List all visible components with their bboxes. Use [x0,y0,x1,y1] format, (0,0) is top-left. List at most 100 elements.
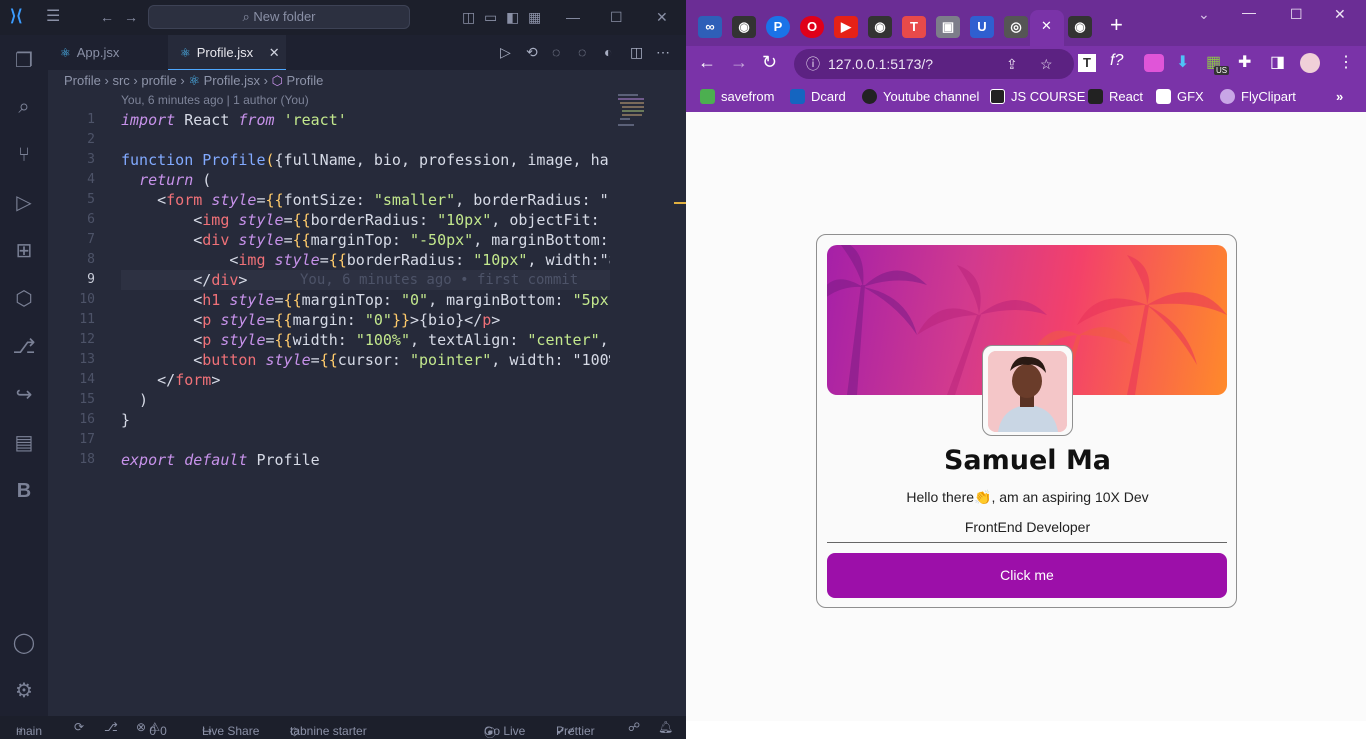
side-panel-icon[interactable]: ◨ [1270,52,1285,72]
breadcrumb-item[interactable]: src [112,73,129,88]
bookmark-flyclipart[interactable]: FlyClipart [1220,89,1296,104]
feedback-icon[interactable]: ☍ [628,720,640,734]
tab-cube-icon[interactable]: ▣ [936,16,960,38]
menu-kebab-icon[interactable]: ⋮ [1338,52,1354,72]
tab-opera-icon[interactable]: O [800,16,824,38]
open-changes-icon[interactable]: ⟲ [526,44,538,61]
next-change-icon[interactable]: ◌ [578,44,586,60]
live-share-icon[interactable]: ↪ [10,381,38,409]
code-line[interactable]: <form style={{fontSize: "smaller", borde… [121,190,610,210]
code-line[interactable]: <div style={{marginTop: "-50px", marginB… [121,230,610,250]
extension-paint-icon[interactable] [1144,54,1164,72]
run-icon[interactable]: ▷ [500,44,511,61]
tab-app-jsx[interactable]: ⚛ App.jsx [48,35,168,70]
code-line[interactable]: } [121,410,610,430]
notifications-bell-icon[interactable]: 🔔︎ [658,720,673,734]
previous-change-icon[interactable]: ◌ [552,44,560,60]
code-line[interactable]: <img style={{borderRadius: "10px", width… [121,250,610,270]
extension-t-icon[interactable]: T [1078,54,1096,72]
breadcrumb-item[interactable]: Profile [64,73,101,88]
bookmark-react[interactable]: React [1088,89,1143,104]
breadcrumb-item[interactable]: profile [141,73,176,88]
minimap[interactable] [616,92,644,132]
forward-arrow-icon[interactable]: → [730,52,748,73]
code-line[interactable]: return ( [121,170,610,190]
bookmark-dcard[interactable]: Dcard [790,89,846,104]
bookmark-savefrom[interactable]: savefrom [700,89,774,104]
code-line[interactable] [121,430,610,450]
toggle-panel-icon[interactable]: ▭ [484,9,497,25]
address-bar[interactable]: ⓘ 127.0.0.1:5173/? ⇪ ☆ [794,49,1074,79]
tab-github-icon[interactable]: ◉ [732,16,756,38]
command-center-search[interactable]: ⌕ New folder [148,5,410,29]
breadcrumb-item[interactable]: Profile [287,73,324,88]
tab-t-icon[interactable]: T [902,16,926,38]
tab-infinity-icon[interactable]: ∞ [698,16,722,38]
source-control-icon[interactable]: ⑂ [10,141,38,169]
search-icon[interactable]: ⌕ [10,93,38,121]
more-actions-icon[interactable]: ⋯ [656,44,670,61]
back-arrow-icon[interactable]: ← [100,9,114,25]
forward-arrow-icon[interactable]: → [124,9,138,25]
problems-status[interactable]: ⊗ 0 ⚠ 0 [136,720,167,738]
tab-profile-jsx[interactable]: ⚛ Profile.jsx ✕ [168,35,286,70]
reload-icon[interactable]: ↻ [762,52,777,73]
tab-youtube-icon[interactable]: ▶ [834,16,858,38]
close-tab-icon[interactable]: ✕ [269,45,280,60]
tab-github-icon[interactable]: ◉ [1068,16,1092,38]
remote-explorer-icon[interactable]: ⬡ [10,285,38,313]
site-info-icon[interactable]: ⓘ [806,49,820,79]
code-line[interactable]: <img style={{borderRadius: "10px", objec… [121,210,610,230]
click-me-button[interactable]: Click me [827,553,1227,598]
run-debug-icon[interactable]: ▷ [10,189,38,217]
code-line[interactable]: ) [121,390,610,410]
menu-icon[interactable]: ☰ [46,9,60,25]
extension-download-icon[interactable]: ⬇ [1176,52,1189,72]
customize-layout-icon[interactable]: ▦ [528,9,541,25]
tab-u-icon[interactable]: U [970,16,994,38]
code-line[interactable]: </form> [121,370,610,390]
maximize-window-icon[interactable]: ☐ [1290,6,1303,23]
bookmark-youtube-channel[interactable]: Youtube channel [862,89,979,104]
tab-search-icon[interactable]: ⌄ [1198,6,1210,23]
close-window-icon[interactable]: ✕ [656,9,668,25]
more-bookmarks-icon[interactable]: » [1336,89,1343,104]
tab-chrome-icon[interactable]: ◎ [1004,16,1028,38]
tab-p-icon[interactable]: P [766,16,790,38]
git-graph-status-icon[interactable]: ⎇ [104,720,118,734]
account-icon[interactable]: ◯ [10,629,38,657]
git-lens-icon[interactable]: ◐ [604,44,612,60]
git-graph-icon[interactable]: ⎇ [10,333,38,361]
bookmark-gfx[interactable]: GFX [1156,89,1204,104]
active-browser-tab[interactable]: ✕ [1030,10,1064,46]
settings-gear-icon[interactable]: ⚙ [10,677,38,705]
code-line[interactable]: import React from 'react' [121,110,610,130]
docker-icon[interactable]: ▤ [10,429,38,457]
new-tab-icon[interactable]: + [1110,12,1123,38]
minimize-window-icon[interactable]: — [566,9,580,25]
close-tab-icon[interactable]: ✕ [1041,18,1052,34]
share-icon[interactable]: ⇪ [1006,49,1018,79]
minimize-window-icon[interactable]: — [1242,4,1256,20]
extensions-icon[interactable]: ⊞ [10,237,38,265]
profile-avatar[interactable] [1300,53,1320,73]
back-arrow-icon[interactable]: ← [698,52,716,73]
code-line[interactable]: <button style={{cursor: "pointer", width… [121,350,610,370]
code-line[interactable] [121,130,610,150]
bookmark-js-course[interactable]: JS COURSE [990,89,1085,104]
codelens-blame[interactable]: You, 6 minutes ago | 1 author (You) [121,93,309,107]
code-line[interactable]: export default Profile [121,450,610,470]
split-editor-icon[interactable]: ◫ [630,44,643,61]
bookmark-star-icon[interactable]: ☆ [1040,49,1053,79]
bootstrap-icon[interactable]: B [10,477,38,505]
explorer-icon[interactable]: ❐ [10,47,38,75]
code-line[interactable]: </div> [121,270,610,290]
code-line[interactable]: <h1 style={{marginTop: "0", marginBottom… [121,290,610,310]
breadcrumb-item[interactable]: Profile.jsx [204,73,260,88]
extension-function-icon[interactable]: f? [1110,52,1123,70]
code-line[interactable]: function Profile({fullName, bio, profess… [121,150,610,170]
toggle-primary-sidebar-icon[interactable]: ◫ [462,9,475,25]
sync-icon[interactable]: ⟳ [74,720,84,734]
maximize-window-icon[interactable]: ☐ [610,9,623,25]
code-line[interactable]: <p style={{margin: "0"}}>{bio}</p> [121,310,610,330]
